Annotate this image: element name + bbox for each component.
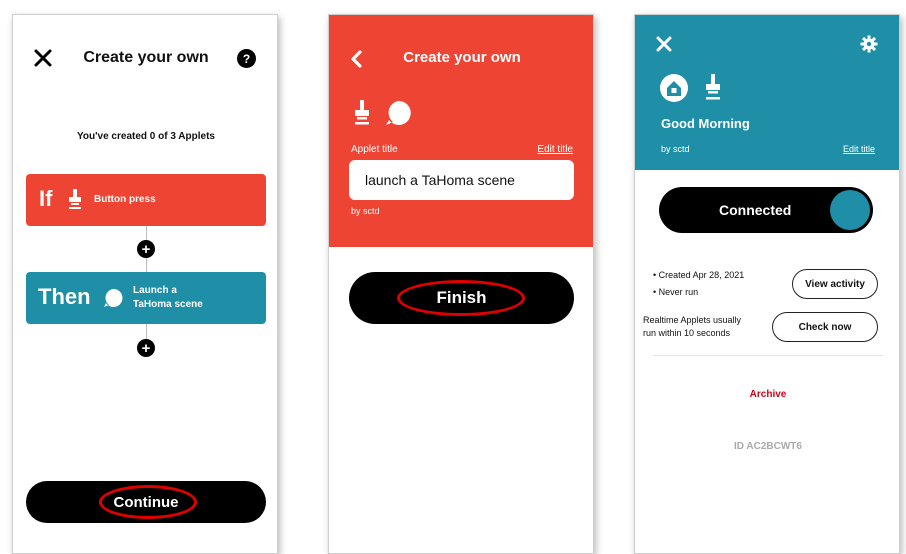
created-text: • Created Apr 28, 2021 — [653, 270, 745, 280]
button-press-icon — [354, 99, 370, 125]
speech-bubble-icon — [384, 99, 412, 127]
header: Good Morning by sctd Edit title — [635, 15, 899, 170]
action-label-line2: TaHoma scene — [133, 299, 203, 310]
archive-link[interactable]: Archive — [635, 389, 899, 400]
by-label: by sctd — [661, 144, 690, 154]
edit-title-link[interactable]: Edit title — [843, 144, 875, 154]
page-title: Create your own — [403, 49, 521, 66]
edit-title-link[interactable]: Edit title — [537, 144, 573, 155]
applet-name: Good Morning — [661, 116, 750, 131]
highlight-ring — [99, 485, 197, 519]
button-press-icon — [68, 188, 82, 210]
check-now-button[interactable]: Check now — [772, 312, 878, 342]
divider — [653, 355, 883, 356]
then-label: Then — [38, 284, 91, 309]
applet-id: ID AC2BCWT6 — [734, 441, 802, 452]
never-run-text: • Never run — [653, 287, 699, 297]
realtime-line2: run within 10 seconds — [643, 328, 731, 338]
view-activity-button[interactable]: View activity — [792, 269, 878, 299]
connected-toggle[interactable]: Connected — [659, 187, 873, 233]
applet-title-label: Applet title — [351, 144, 398, 155]
help-icon[interactable]: ? — [237, 49, 256, 68]
toggle-knob — [830, 190, 870, 230]
if-label: If — [39, 186, 53, 211]
by-label: by sctd — [351, 206, 380, 216]
home-icon — [659, 73, 689, 103]
close-icon[interactable] — [655, 35, 673, 53]
highlight-ring — [397, 280, 525, 316]
speech-bubble-icon — [102, 287, 124, 309]
screen-applet-title: Create your own Applet title Edit title … — [328, 14, 594, 554]
connector-line — [146, 324, 147, 340]
applet-title-value: launch a TaHoma scene — [365, 172, 515, 188]
applets-count-text: You've created 0 of 3 Applets — [77, 131, 215, 142]
trigger-label: Button press — [94, 194, 156, 205]
if-trigger-card[interactable]: If Button press — [26, 174, 266, 226]
screen-applet-details: Good Morning by sctd Edit title Connecte… — [634, 14, 900, 554]
connector-line — [146, 258, 147, 273]
action-label-line1: Launch a — [133, 285, 177, 296]
screen-create-your-own: Create your own ? You've created 0 of 3 … — [12, 14, 278, 554]
applet-title-input[interactable]: launch a TaHoma scene — [349, 160, 574, 200]
header: Create your own Applet title Edit title … — [329, 15, 593, 247]
add-step-button[interactable]: + — [137, 240, 155, 258]
connected-label: Connected — [719, 202, 792, 218]
button-press-icon — [705, 73, 721, 101]
add-step-button[interactable]: + — [137, 339, 155, 357]
then-action-card[interactable]: Then Launch a TaHoma scene — [26, 272, 266, 324]
gear-icon[interactable] — [860, 35, 878, 53]
realtime-line1: Realtime Applets usually — [643, 315, 742, 325]
